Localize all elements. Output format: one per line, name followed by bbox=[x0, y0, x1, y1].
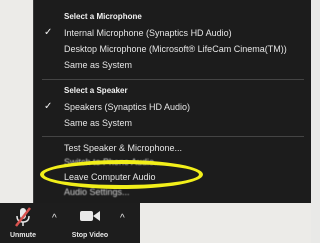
unmute-label: Unmute bbox=[9, 232, 37, 239]
audio-options-menu: Select a Microphone ✓ Internal Microphon… bbox=[33, 0, 311, 203]
meeting-toolbar: Unmute ^ Stop Video ^ bbox=[0, 203, 140, 243]
muted-microphone-icon bbox=[13, 206, 33, 233]
checkmark-icon: ✓ bbox=[44, 27, 53, 38]
microphone-section-header: Select a Microphone bbox=[64, 12, 142, 21]
menu-item-internal-microphone[interactable]: Internal Microphone (Synaptics HD Audio) bbox=[64, 28, 232, 38]
stop-video-label: Stop Video bbox=[71, 232, 109, 239]
stop-video-button[interactable]: Stop Video bbox=[66, 203, 114, 243]
menu-divider bbox=[42, 79, 304, 80]
screenshot: Select a Microphone ✓ Internal Microphon… bbox=[0, 0, 311, 243]
unmute-button[interactable]: Unmute bbox=[0, 203, 46, 243]
audio-options-caret-icon[interactable]: ^ bbox=[52, 213, 57, 224]
menu-item-audio-settings[interactable]: Audio Settings... bbox=[64, 187, 130, 197]
menu-item-speaker-same-as-system[interactable]: Same as System bbox=[64, 118, 132, 128]
menu-divider bbox=[42, 136, 304, 137]
video-camera-icon bbox=[80, 209, 100, 228]
checkmark-icon: ✓ bbox=[44, 101, 53, 112]
menu-item-switch-to-phone-audio[interactable]: Switch to Phone Audio... bbox=[64, 157, 162, 167]
menu-item-microphone-same-as-system[interactable]: Same as System bbox=[64, 60, 132, 70]
menu-item-speakers[interactable]: Speakers (Synaptics HD Audio) bbox=[64, 102, 190, 112]
menu-item-leave-computer-audio[interactable]: Leave Computer Audio bbox=[64, 172, 156, 182]
menu-item-test-speaker-microphone[interactable]: Test Speaker & Microphone... bbox=[64, 143, 182, 153]
menu-item-desktop-microphone[interactable]: Desktop Microphone (Microsoft® LifeCam C… bbox=[64, 44, 287, 54]
speaker-section-header: Select a Speaker bbox=[64, 86, 128, 95]
video-options-caret-icon[interactable]: ^ bbox=[120, 213, 125, 224]
